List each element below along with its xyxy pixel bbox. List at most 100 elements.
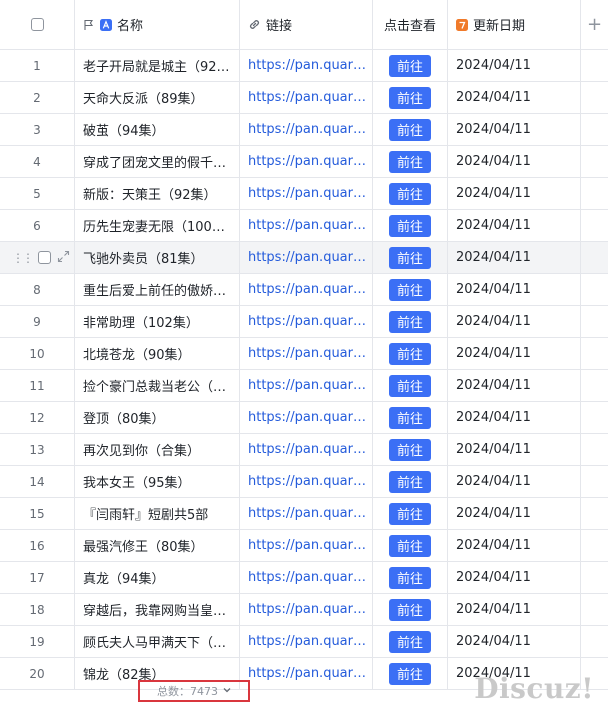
- total-count[interactable]: 总数：7473: [138, 680, 250, 702]
- go-button[interactable]: 前往: [389, 502, 431, 525]
- link-text[interactable]: https://pan.quark....: [248, 634, 366, 649]
- name-cell[interactable]: 历先生宠妻无限（100集…: [75, 210, 240, 241]
- date-cell[interactable]: 2024/04/11: [448, 594, 581, 625]
- go-button[interactable]: 前往: [389, 406, 431, 429]
- go-button[interactable]: 前往: [389, 630, 431, 653]
- name-cell[interactable]: 再次见到你（合集）: [75, 434, 240, 465]
- link-text[interactable]: https://pan.quark....: [248, 250, 366, 265]
- table-row[interactable]: 4 穿成了团宠文里的假千… https://pan.quark.... 前往 2024/…: [0, 146, 608, 178]
- date-cell[interactable]: 2024/04/11: [448, 338, 581, 369]
- name-cell[interactable]: 穿越后，我靠网购当皇…: [75, 594, 240, 625]
- link-text[interactable]: https://pan.quark....: [248, 442, 366, 457]
- table-row[interactable]: 18 穿越后，我靠网购当皇… https://pan.quark.... 前往 2024…: [0, 594, 608, 626]
- column-header-name[interactable]: 名称: [75, 0, 240, 49]
- link-cell[interactable]: https://pan.quark....: [240, 306, 373, 337]
- table-row[interactable]: 6 历先生宠妻无限（100集… https://pan.quark.... 前往 202…: [0, 210, 608, 242]
- date-cell[interactable]: 2024/04/11: [448, 306, 581, 337]
- link-cell[interactable]: https://pan.quark....: [240, 210, 373, 241]
- link-text[interactable]: https://pan.quark....: [248, 602, 366, 617]
- go-button[interactable]: 前往: [389, 278, 431, 301]
- link-cell[interactable]: https://pan.quark....: [240, 658, 373, 689]
- link-cell[interactable]: https://pan.quark....: [240, 530, 373, 561]
- date-cell[interactable]: 2024/04/11: [448, 82, 581, 113]
- go-button[interactable]: 前往: [389, 598, 431, 621]
- date-cell[interactable]: 2024/04/11: [448, 146, 581, 177]
- link-text[interactable]: https://pan.quark....: [248, 378, 366, 393]
- table-row[interactable]: 11 捡个豪门总裁当老公（9… https://pan.quark.... 前往 202…: [0, 370, 608, 402]
- drag-handle-icon[interactable]: ⋮⋮: [12, 251, 34, 265]
- link-text[interactable]: https://pan.quark....: [248, 410, 366, 425]
- date-cell[interactable]: 2024/04/11: [448, 466, 581, 497]
- table-row[interactable]: ⋮⋮ 飞驰外卖员（81集） https://pan.quark.... 前往 2024/…: [0, 242, 608, 274]
- name-cell[interactable]: 老子开局就是城主（92…: [75, 50, 240, 81]
- link-cell[interactable]: https://pan.quark....: [240, 114, 373, 145]
- go-button[interactable]: 前往: [389, 54, 431, 77]
- column-header-view[interactable]: 点击查看: [373, 0, 448, 49]
- add-column-button[interactable]: +: [581, 0, 608, 49]
- go-button[interactable]: 前往: [389, 182, 431, 205]
- go-button[interactable]: 前往: [389, 246, 431, 269]
- link-text[interactable]: https://pan.quark....: [248, 154, 366, 169]
- name-cell[interactable]: 登顶（80集）: [75, 402, 240, 433]
- go-button[interactable]: 前往: [389, 374, 431, 397]
- name-cell[interactable]: 天命大反派（89集）: [75, 82, 240, 113]
- column-header-date[interactable]: 更新日期: [448, 0, 581, 49]
- table-row[interactable]: 14 我本女王（95集） https://pan.quark.... 前往 2024/0…: [0, 466, 608, 498]
- table-row[interactable]: 2 天命大反派（89集） https://pan.quark.... 前往 2024/0…: [0, 82, 608, 114]
- go-button[interactable]: 前往: [389, 86, 431, 109]
- name-cell[interactable]: 北境苍龙（90集）: [75, 338, 240, 369]
- link-cell[interactable]: https://pan.quark....: [240, 274, 373, 305]
- name-cell[interactable]: 『闫雨轩』短剧共5部: [75, 498, 240, 529]
- name-cell[interactable]: 真龙（94集）: [75, 562, 240, 593]
- go-button[interactable]: 前往: [389, 310, 431, 333]
- go-button[interactable]: 前往: [389, 662, 431, 685]
- name-cell[interactable]: 穿成了团宠文里的假千…: [75, 146, 240, 177]
- link-cell[interactable]: https://pan.quark....: [240, 338, 373, 369]
- link-cell[interactable]: https://pan.quark....: [240, 242, 373, 273]
- link-cell[interactable]: https://pan.quark....: [240, 178, 373, 209]
- name-cell[interactable]: 我本女王（95集）: [75, 466, 240, 497]
- date-cell[interactable]: 2024/04/11: [448, 498, 581, 529]
- link-cell[interactable]: https://pan.quark....: [240, 562, 373, 593]
- link-text[interactable]: https://pan.quark....: [248, 346, 366, 361]
- table-row[interactable]: 12 登顶（80集） https://pan.quark.... 前往 2024/04/…: [0, 402, 608, 434]
- link-cell[interactable]: https://pan.quark....: [240, 626, 373, 657]
- date-cell[interactable]: 2024/04/11: [448, 530, 581, 561]
- link-text[interactable]: https://pan.quark....: [248, 122, 366, 137]
- go-button[interactable]: 前往: [389, 150, 431, 173]
- link-text[interactable]: https://pan.quark....: [248, 538, 366, 553]
- name-cell[interactable]: 新版：天策王（92集）: [75, 178, 240, 209]
- row-checkbox[interactable]: [38, 251, 51, 264]
- date-cell[interactable]: 2024/04/11: [448, 434, 581, 465]
- date-cell[interactable]: 2024/04/11: [448, 274, 581, 305]
- link-text[interactable]: https://pan.quark....: [248, 282, 366, 297]
- link-text[interactable]: https://pan.quark....: [248, 58, 366, 73]
- date-cell[interactable]: 2024/04/11: [448, 114, 581, 145]
- link-cell[interactable]: https://pan.quark....: [240, 466, 373, 497]
- link-cell[interactable]: https://pan.quark....: [240, 402, 373, 433]
- name-cell[interactable]: 顾氏夫人马甲满天下（9…: [75, 626, 240, 657]
- go-button[interactable]: 前往: [389, 566, 431, 589]
- link-cell[interactable]: https://pan.quark....: [240, 594, 373, 625]
- column-header-link[interactable]: 链接: [240, 0, 373, 49]
- table-row[interactable]: 13 再次见到你（合集） https://pan.quark.... 前往 2024/0…: [0, 434, 608, 466]
- link-text[interactable]: https://pan.quark....: [248, 90, 366, 105]
- go-button[interactable]: 前往: [389, 534, 431, 557]
- date-cell[interactable]: 2024/04/11: [448, 210, 581, 241]
- link-text[interactable]: https://pan.quark....: [248, 570, 366, 585]
- name-cell[interactable]: 飞驰外卖员（81集）: [75, 242, 240, 273]
- date-cell[interactable]: 2024/04/11: [448, 178, 581, 209]
- link-cell[interactable]: https://pan.quark....: [240, 434, 373, 465]
- name-cell[interactable]: 破茧（94集）: [75, 114, 240, 145]
- table-row[interactable]: 17 真龙（94集） https://pan.quark.... 前往 2024/04/…: [0, 562, 608, 594]
- link-cell[interactable]: https://pan.quark....: [240, 82, 373, 113]
- link-cell[interactable]: https://pan.quark....: [240, 498, 373, 529]
- link-cell[interactable]: https://pan.quark....: [240, 50, 373, 81]
- date-cell[interactable]: 2024/04/11: [448, 370, 581, 401]
- link-cell[interactable]: https://pan.quark....: [240, 146, 373, 177]
- date-cell[interactable]: 2024/04/11: [448, 562, 581, 593]
- table-row[interactable]: 10 北境苍龙（90集） https://pan.quark.... 前往 2024/0…: [0, 338, 608, 370]
- go-button[interactable]: 前往: [389, 342, 431, 365]
- link-text[interactable]: https://pan.quark....: [248, 666, 366, 681]
- link-text[interactable]: https://pan.quark....: [248, 186, 366, 201]
